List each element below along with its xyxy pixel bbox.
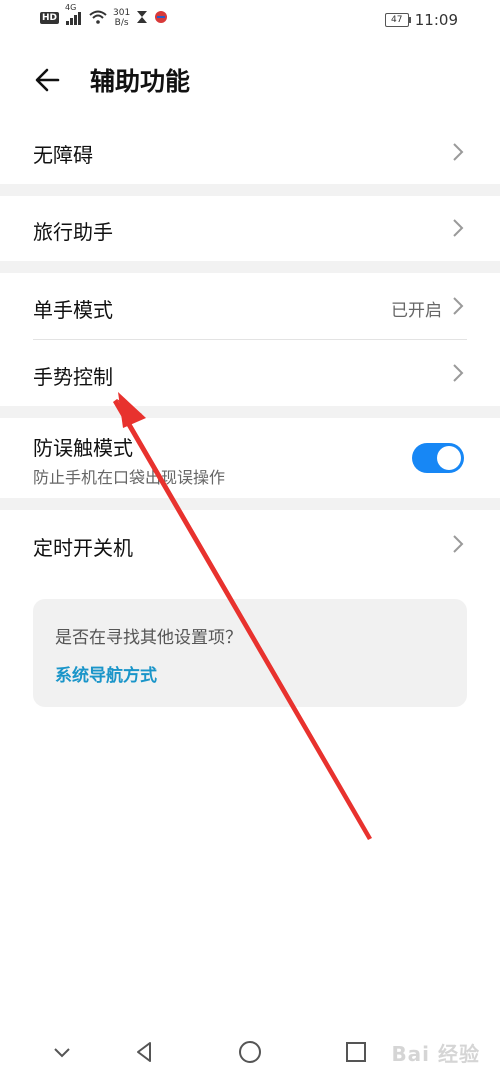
hd-indicator: HD	[40, 12, 60, 24]
title-bar: 辅助功能	[0, 48, 500, 112]
system-navigation-link[interactable]: 系统导航方式	[55, 661, 157, 686]
nav-home-icon[interactable]	[236, 1038, 264, 1066]
suggestion-question: 是否在寻找其他设置项？	[55, 628, 242, 648]
one-hand-mode-status: 已开启	[391, 301, 442, 321]
settings-item-label: 旅行助手	[33, 220, 113, 244]
app-notification-icon	[154, 10, 168, 27]
page-title: 辅助功能	[90, 67, 191, 96]
settings-item-gesture-control[interactable]: 手势控制	[0, 340, 500, 406]
settings-item-label: 防误触模式	[33, 436, 133, 460]
wifi-icon	[89, 10, 107, 27]
status-icons-right: 47 11:09	[384, 11, 458, 29]
status-bar: HD 4G 301 B/s 47 11:09	[0, 0, 500, 40]
back-arrow-icon[interactable]	[32, 64, 64, 96]
settings-item-label: 定时开关机	[33, 536, 133, 560]
section-separator	[0, 261, 500, 273]
chevron-right-icon	[453, 143, 464, 161]
battery-icon: 47	[384, 13, 411, 27]
watermark-logo: Bai 经验	[391, 1042, 480, 1066]
clock: 11:09	[414, 11, 458, 29]
signal-icon: 4G	[65, 3, 83, 28]
settings-item-mistouch-mode: 防误触模式 防止手机在口袋出现误操作	[0, 418, 500, 498]
mistouch-toggle[interactable]	[412, 443, 464, 473]
chevron-down-icon[interactable]	[48, 1038, 76, 1066]
toggle-knob	[437, 446, 461, 470]
status-icons-left: HD 4G 301 B/s	[40, 3, 168, 28]
section-separator	[0, 184, 500, 196]
section-separator	[0, 406, 500, 418]
settings-item-one-hand-mode[interactable]: 单手模式 已开启	[0, 273, 500, 339]
net-speed-value: 301	[113, 8, 131, 18]
hourglass-icon	[136, 10, 148, 27]
chevron-right-icon	[453, 219, 464, 237]
nav-recents-icon[interactable]	[342, 1038, 370, 1066]
signal-type: 4G	[65, 2, 77, 12]
chevron-right-icon	[453, 297, 464, 315]
settings-item-accessibility[interactable]: 无障碍	[0, 120, 500, 184]
chevron-right-icon	[453, 364, 464, 382]
chevron-right-icon	[453, 535, 464, 553]
net-speed: 301 B/s	[113, 8, 130, 28]
settings-item-travel-assistant[interactable]: 旅行助手	[0, 196, 500, 260]
settings-item-label: 无障碍	[33, 143, 93, 167]
settings-item-label: 手势控制	[33, 365, 113, 389]
settings-item-label: 单手模式	[33, 298, 113, 322]
nav-back-icon[interactable]	[130, 1038, 158, 1066]
settings-item-scheduled-power[interactable]: 定时开关机	[0, 510, 500, 578]
suggestion-card: 是否在寻找其他设置项？ 系统导航方式	[33, 599, 467, 707]
net-speed-unit: B/s	[114, 18, 129, 28]
section-separator	[0, 498, 500, 510]
settings-item-description: 防止手机在口袋出现误操作	[33, 468, 226, 487]
